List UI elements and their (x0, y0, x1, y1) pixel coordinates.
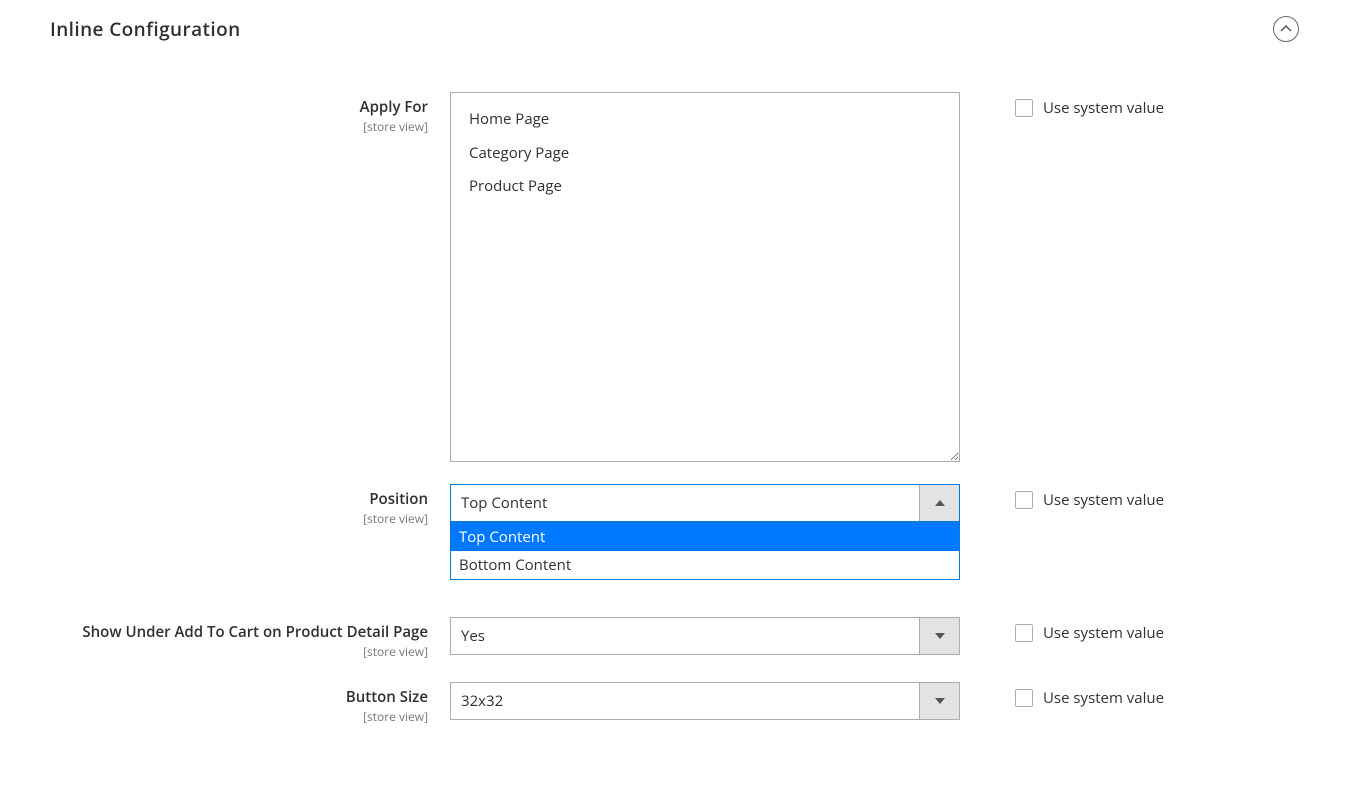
triangle-down-icon (935, 633, 945, 639)
button-size-select[interactable]: 32x32 (450, 682, 960, 720)
field-label: Show Under Add To Cart on Product Detail… (50, 617, 450, 660)
use-system-value-label[interactable]: Use system value (1043, 98, 1164, 118)
field-row-position: Position [store view] Top Content Top Co… (50, 484, 1305, 527)
field-row-show-under-add-to-cart: Show Under Add To Cart on Product Detail… (50, 617, 1305, 660)
label-text: Position (50, 490, 428, 508)
use-system-value-label[interactable]: Use system value (1043, 623, 1164, 643)
position-select[interactable]: Top Content (450, 484, 960, 522)
scope-label: [store view] (50, 643, 428, 660)
use-system-value-checkbox[interactable] (1015, 99, 1033, 117)
dropdown-option[interactable]: Top Content (451, 523, 959, 551)
show-under-add-to-cart-select[interactable]: Yes (450, 617, 960, 655)
field-extra: Use system value (960, 617, 1164, 643)
use-system-value-checkbox[interactable] (1015, 689, 1033, 707)
apply-for-multiselect[interactable]: Home Page Category Page Product Page (450, 92, 960, 462)
label-text: Button Size (50, 688, 428, 706)
position-dropdown: Top Content Bottom Content (450, 522, 960, 580)
select-value: Yes (451, 618, 919, 654)
multiselect-option[interactable]: Product Page (467, 170, 943, 204)
use-system-value-checkbox[interactable] (1015, 624, 1033, 642)
section-title: Inline Configuration (50, 16, 241, 42)
multiselect-option[interactable]: Home Page (467, 103, 943, 137)
field-label: Button Size [store view] (50, 682, 450, 725)
field-control: Home Page Category Page Product Page (450, 92, 960, 462)
label-text: Show Under Add To Cart on Product Detail… (50, 623, 428, 641)
select-arrow[interactable] (919, 683, 959, 719)
field-label: Position [store view] (50, 484, 450, 527)
use-system-value-label[interactable]: Use system value (1043, 688, 1164, 708)
scope-label: [store view] (50, 708, 428, 725)
dropdown-option[interactable]: Bottom Content (451, 551, 959, 579)
field-row-apply-for: Apply For [store view] Home Page Categor… (50, 92, 1305, 462)
scope-label: [store view] (50, 510, 428, 527)
field-control: Top Content Top Content Bottom Content (450, 484, 960, 522)
field-label: Apply For [store view] (50, 92, 450, 135)
triangle-up-icon (935, 500, 945, 506)
select-value: Top Content (451, 485, 919, 521)
use-system-value-label[interactable]: Use system value (1043, 490, 1164, 510)
multiselect-option[interactable]: Category Page (467, 137, 943, 171)
field-extra: Use system value (960, 682, 1164, 708)
field-row-button-size: Button Size [store view] 32x32 Use syste… (50, 682, 1305, 725)
select-arrow[interactable] (919, 618, 959, 654)
position-select-wrap: Top Content Top Content Bottom Content (450, 484, 960, 522)
field-extra: Use system value (960, 484, 1164, 510)
label-text: Apply For (50, 98, 428, 116)
collapse-toggle-button[interactable] (1273, 16, 1299, 42)
use-system-value-checkbox[interactable] (1015, 491, 1033, 509)
field-control: Yes (450, 617, 960, 655)
section-header: Inline Configuration (50, 16, 1305, 42)
inline-configuration-section: Inline Configuration Apply For [store vi… (0, 0, 1345, 787)
select-arrow[interactable] (919, 485, 959, 521)
triangle-down-icon (935, 698, 945, 704)
chevron-up-icon (1280, 25, 1292, 33)
field-control: 32x32 (450, 682, 960, 720)
scope-label: [store view] (50, 118, 428, 135)
field-extra: Use system value (960, 92, 1164, 118)
select-value: 32x32 (451, 683, 919, 719)
